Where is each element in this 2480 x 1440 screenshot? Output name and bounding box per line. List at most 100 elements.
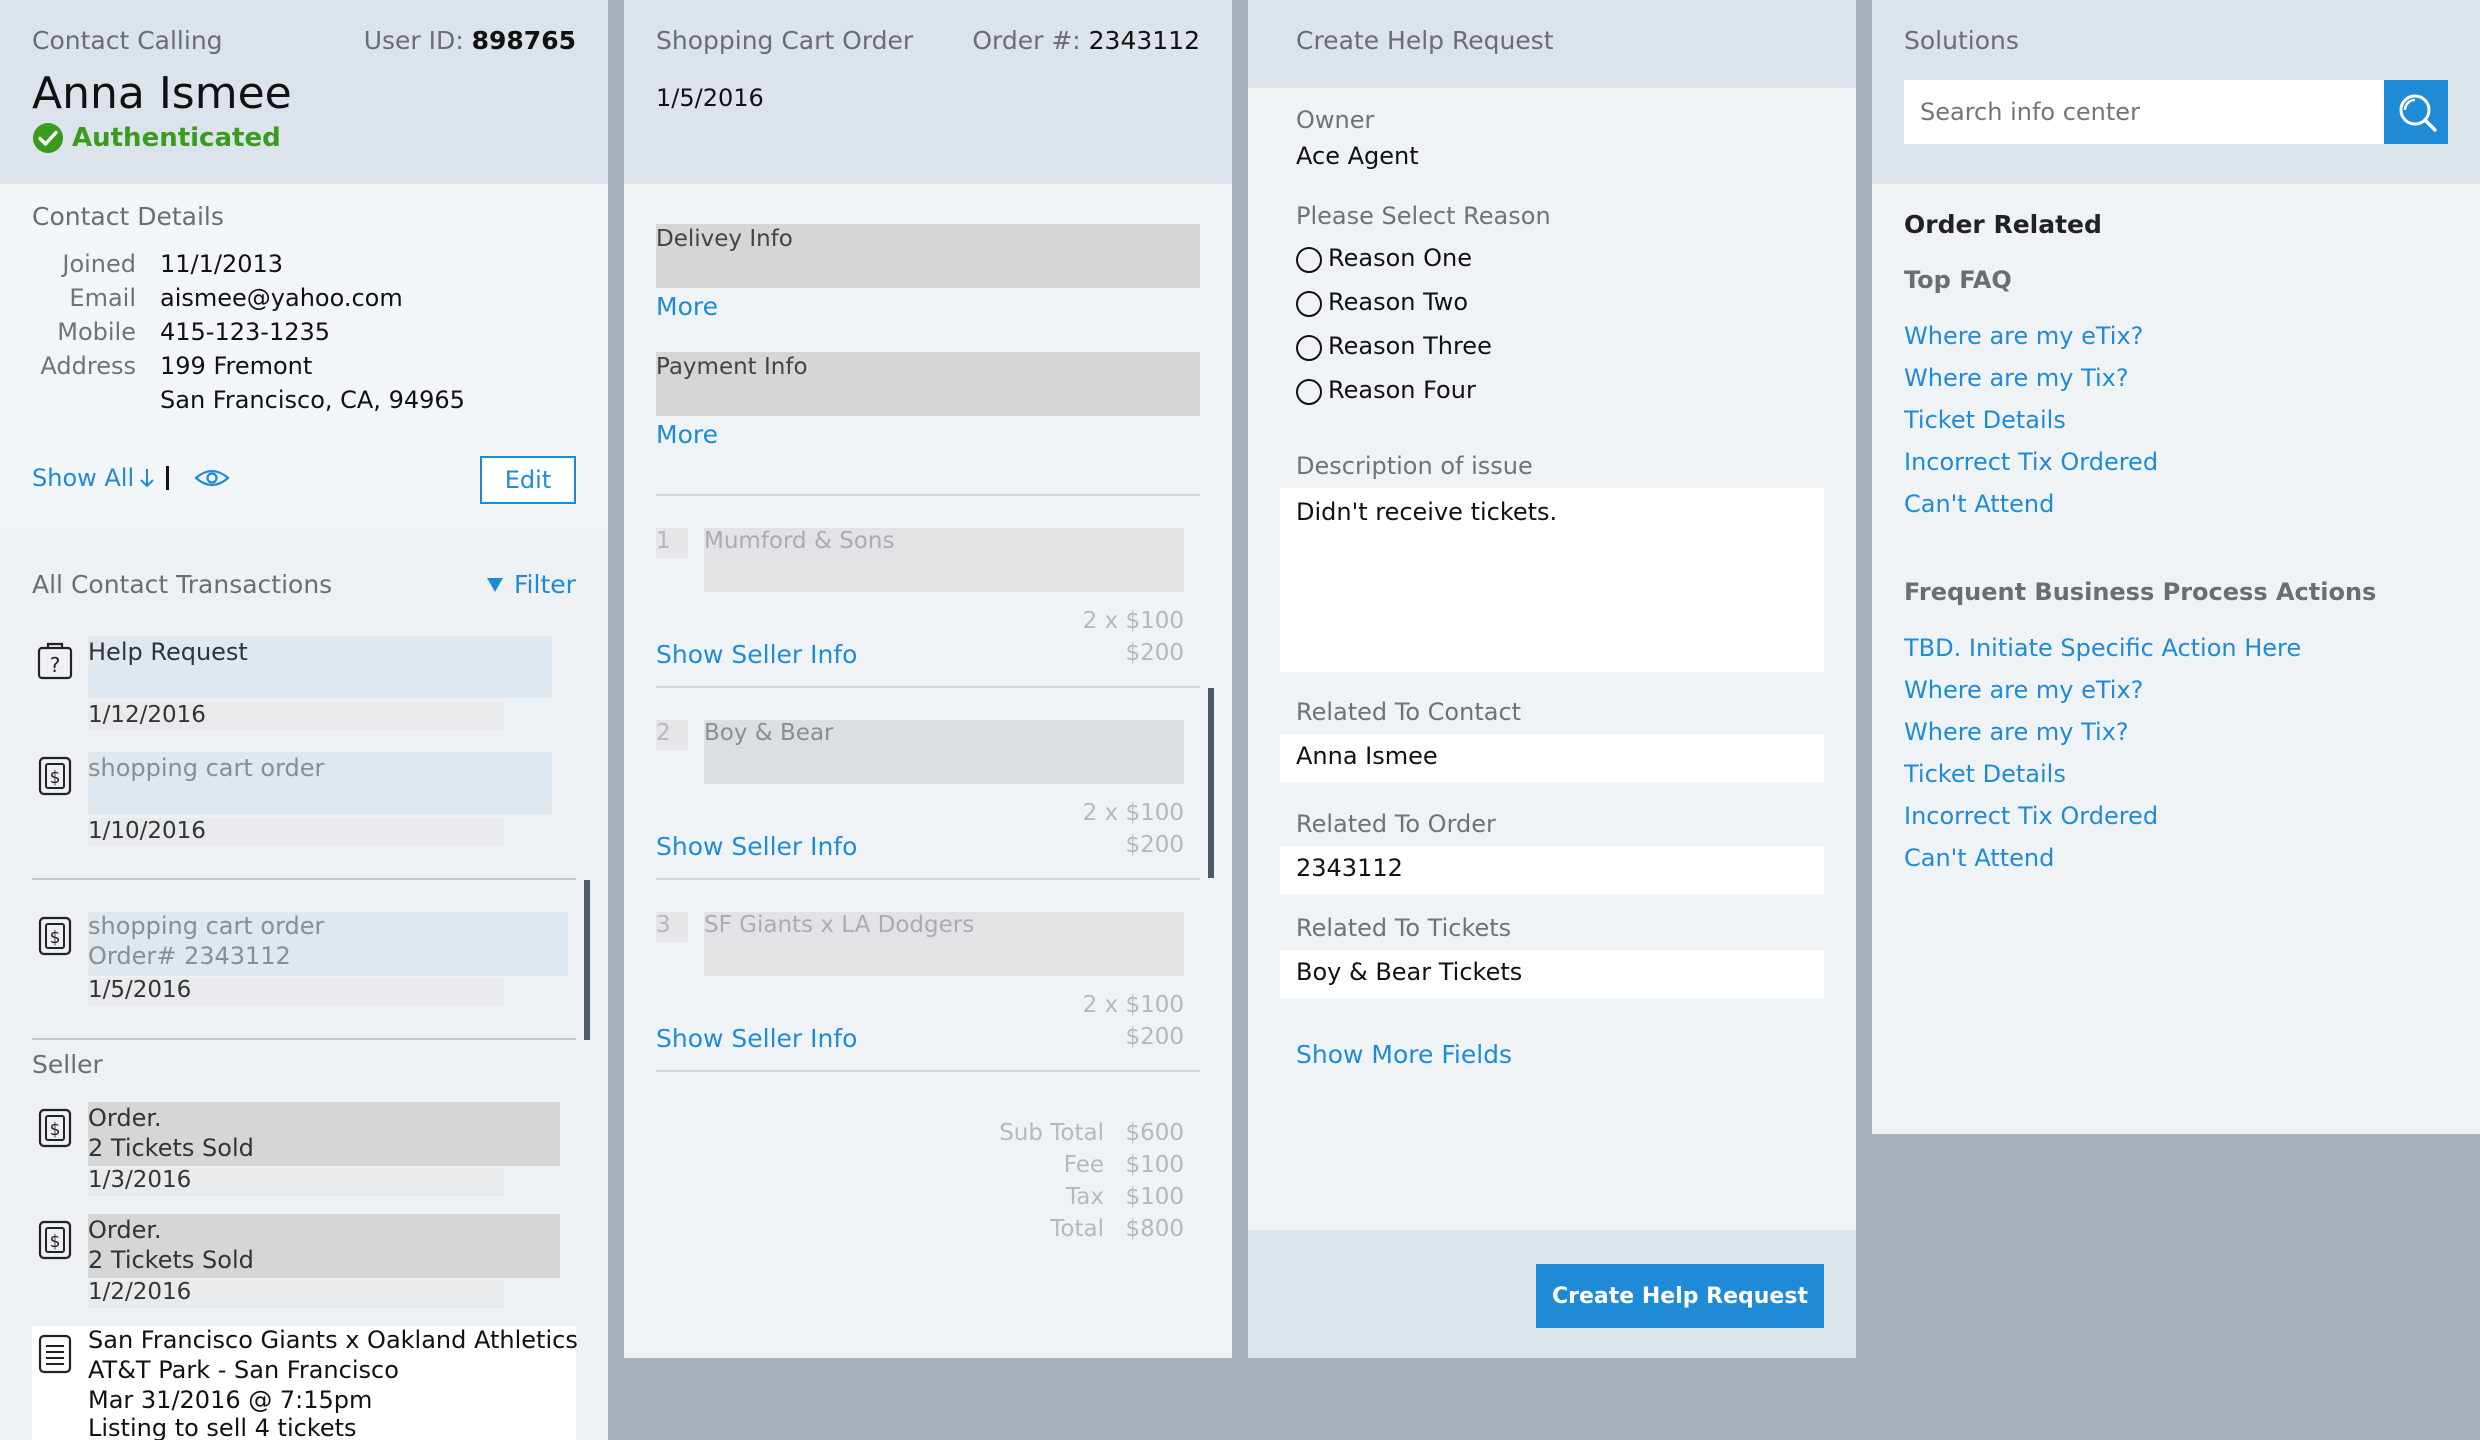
cart-divider	[656, 494, 1200, 496]
action-link[interactable]: TBD. Initiate Specific Action Here	[1904, 634, 2301, 662]
cart-item-index: 1	[656, 528, 671, 554]
user-id: User ID: 898765	[364, 26, 576, 55]
show-seller-info-link[interactable]: Show Seller Info	[656, 832, 857, 861]
reason-radio[interactable]	[1296, 335, 1322, 361]
show-seller-info-link[interactable]: Show Seller Info	[656, 1024, 857, 1053]
create-help-request-button[interactable]: Create Help Request	[1536, 1264, 1824, 1328]
transaction-subtitle: Order# 2343112	[88, 942, 291, 970]
solutions-panel: Solutions Order Related Top FAQ Where ar…	[1872, 0, 2480, 1134]
cart-item-index: 3	[656, 912, 671, 938]
reason-label: Please Select Reason	[1296, 202, 1551, 230]
related-tickets-field[interactable]: Boy & Bear Tickets	[1280, 950, 1824, 998]
transaction-date: 1/5/2016	[88, 977, 192, 1003]
user-id-value: 898765	[471, 26, 576, 55]
summary-label-fee: Fee	[1063, 1152, 1104, 1178]
contact-details-title: Contact Details	[32, 202, 224, 231]
seller-item-line1: Order.	[88, 1216, 162, 1244]
reason-option-label: Reason Two	[1328, 288, 1469, 316]
filter-button[interactable]: Filter	[486, 570, 576, 599]
svg-text:$: $	[50, 928, 61, 948]
receipt-dollar-icon: $	[38, 1220, 72, 1260]
reason-option-label: Reason One	[1328, 244, 1472, 272]
action-link[interactable]: Where are my Tix?	[1904, 718, 2129, 746]
cart-item-divider	[656, 1070, 1200, 1072]
reason-radio[interactable]	[1296, 291, 1322, 317]
auth-status: Authenticated	[32, 122, 281, 154]
delivery-more-link[interactable]: More	[656, 292, 718, 321]
reason-radio[interactable]	[1296, 247, 1322, 273]
action-link[interactable]: Can't Attend	[1904, 844, 2054, 872]
cart-item-qty: 2 x $100	[1082, 992, 1184, 1018]
listing-line2: AT&T Park - San Francisco	[88, 1356, 399, 1384]
divider-bar	[166, 466, 169, 490]
seller-item-line1: Order.	[88, 1104, 162, 1132]
related-contact-field[interactable]: Anna Ismee	[1280, 734, 1824, 782]
help-request-panel: Create Help Request Owner Ace Agent Plea…	[1248, 0, 1856, 1358]
help-request-icon: ?	[36, 640, 74, 680]
receipt-dollar-icon: $	[38, 916, 72, 956]
cart-item-name: Boy & Bear	[704, 720, 834, 746]
edit-button[interactable]: Edit	[480, 456, 576, 504]
search-button[interactable]	[2384, 80, 2448, 144]
summary-label-subtotal: Sub Total	[999, 1120, 1104, 1146]
description-label: Description of issue	[1296, 452, 1533, 480]
summary-value-total: $800	[1125, 1216, 1184, 1242]
description-textarea[interactable]: Didn't receive tickets.	[1280, 488, 1824, 672]
eye-icon[interactable]	[194, 467, 230, 489]
order-date: 1/5/2016	[656, 84, 764, 112]
seller-divider	[32, 1038, 576, 1040]
svg-text:?: ?	[50, 653, 61, 677]
action-link[interactable]: Ticket Details	[1904, 760, 2066, 788]
action-link[interactable]: Where are my eTix?	[1904, 676, 2143, 704]
selection-indicator	[584, 880, 590, 1040]
description-value: Didn't receive tickets.	[1296, 498, 1558, 526]
transactions-title: All Contact Transactions	[32, 570, 333, 599]
contact-name: Anna Ismee	[32, 68, 292, 119]
detail-value-address: 199 Fremont	[160, 352, 313, 380]
faq-link[interactable]: Where are my eTix?	[1904, 322, 2143, 350]
solutions-title: Solutions	[1904, 26, 2019, 55]
related-contact-label: Related To Contact	[1296, 698, 1522, 726]
contact-panel: Contact Calling User ID: 898765 Anna Ism…	[0, 0, 608, 1440]
show-all-link[interactable]: Show All	[32, 464, 156, 492]
receipt-dollar-icon: $	[38, 756, 72, 796]
transaction-title: shopping cart order	[88, 754, 325, 782]
auth-status-label: Authenticated	[72, 123, 281, 153]
order-number: Order #: 2343112	[972, 26, 1200, 55]
edit-button-label: Edit	[504, 466, 552, 494]
top-faq-heading: Top FAQ	[1904, 266, 2012, 294]
transaction-title: shopping cart order	[88, 912, 325, 940]
payment-more-link[interactable]: More	[656, 420, 718, 449]
order-number-label: Order #:	[972, 26, 1081, 55]
faq-link[interactable]: Where are my Tix?	[1904, 364, 2129, 392]
payment-info-label: Payment Info	[656, 354, 808, 380]
seller-item-line2: 2 Tickets Sold	[88, 1246, 254, 1274]
svg-text:$: $	[50, 768, 61, 788]
transactions-divider	[32, 878, 576, 880]
detail-value-email: aismee@yahoo.com	[160, 284, 403, 312]
seller-title: Seller	[32, 1050, 103, 1079]
summary-value-tax: $100	[1125, 1184, 1184, 1210]
reason-radio[interactable]	[1296, 379, 1322, 405]
summary-value-fee: $100	[1125, 1152, 1184, 1178]
faq-link[interactable]: Ticket Details	[1904, 406, 2066, 434]
related-order-field[interactable]: 2343112	[1280, 846, 1824, 894]
cart-item-name: SF Giants x LA Dodgers	[704, 912, 975, 938]
summary-label-tax: Tax	[1066, 1184, 1104, 1210]
cart-item-total: $200	[1125, 640, 1184, 666]
show-seller-info-link[interactable]: Show Seller Info	[656, 640, 857, 669]
transaction-date: 1/10/2016	[88, 818, 206, 844]
cart-selection-indicator	[1208, 688, 1214, 878]
user-id-label: User ID:	[363, 26, 464, 55]
related-tickets-label: Related To Tickets	[1296, 914, 1512, 942]
detail-label-joined: Joined	[62, 250, 136, 278]
faq-link[interactable]: Incorrect Tix Ordered	[1904, 448, 2158, 476]
show-more-fields-link[interactable]: Show More Fields	[1296, 1040, 1512, 1069]
action-link[interactable]: Incorrect Tix Ordered	[1904, 802, 2158, 830]
reason-option-label: Reason Three	[1328, 332, 1492, 360]
reason-option-label: Reason Four	[1328, 376, 1476, 404]
order-related-heading: Order Related	[1904, 210, 2102, 239]
summary-label-total: Total	[1050, 1216, 1104, 1242]
search-input[interactable]	[1904, 80, 2388, 144]
faq-link[interactable]: Can't Attend	[1904, 490, 2054, 518]
